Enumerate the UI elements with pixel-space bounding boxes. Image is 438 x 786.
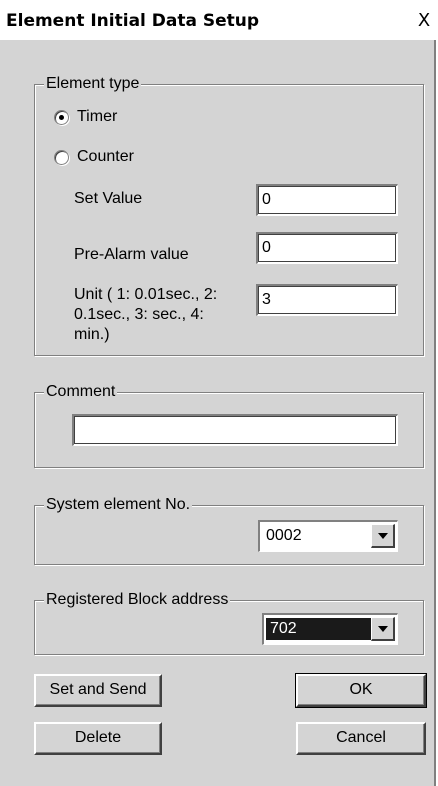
- radio-counter-indicator[interactable]: [54, 149, 69, 165]
- unit-label-line2: 0.1sec., 3: sec., 4:: [74, 306, 204, 323]
- cancel-button[interactable]: Cancel: [296, 722, 426, 755]
- set-and-send-button[interactable]: Set and Send: [34, 674, 162, 707]
- chevron-down-icon: [378, 533, 388, 539]
- registered-block-legend: Registered Block address: [44, 591, 231, 609]
- pre-alarm-field[interactable]: 0: [256, 232, 398, 264]
- system-element-legend: System element No.: [44, 496, 193, 514]
- comment-legend: Comment: [44, 383, 118, 401]
- ok-button[interactable]: OK: [295, 673, 427, 708]
- registered-block-value: 702: [266, 618, 374, 640]
- delete-button[interactable]: Delete: [34, 722, 162, 755]
- radio-timer[interactable]: Timer: [54, 108, 117, 126]
- unit-field[interactable]: 3: [256, 284, 398, 316]
- radio-timer-label: Timer: [77, 108, 118, 125]
- dialog-window: Element Initial Data Setup X Element typ…: [0, 0, 436, 786]
- set-value-field[interactable]: 0: [256, 184, 398, 216]
- system-element-value: 0002: [266, 527, 302, 544]
- registered-block-select[interactable]: 702: [262, 613, 398, 645]
- system-element-dropdown-button[interactable]: [371, 524, 395, 548]
- title-bar: Element Initial Data Setup X: [0, 0, 436, 40]
- set-value-label: Set Value: [74, 190, 143, 207]
- close-icon[interactable]: X: [413, 10, 435, 32]
- unit-label-line1: Unit ( 1: 0.01sec., 2:: [74, 286, 218, 303]
- element-type-legend: Element type: [44, 75, 142, 93]
- radio-dot: [59, 114, 64, 120]
- radio-counter-label: Counter: [77, 148, 134, 165]
- system-element-select[interactable]: 0002: [258, 520, 398, 552]
- chevron-down-icon: [378, 626, 388, 632]
- unit-label-line3: min.): [74, 326, 110, 343]
- pre-alarm-label: Pre-Alarm value: [74, 246, 189, 263]
- radio-counter[interactable]: Counter: [54, 148, 134, 166]
- registered-block-dropdown-button[interactable]: [371, 617, 395, 641]
- window-title: Element Initial Data Setup: [6, 11, 260, 31]
- radio-timer-indicator[interactable]: [54, 109, 69, 125]
- comment-field[interactable]: [72, 414, 398, 446]
